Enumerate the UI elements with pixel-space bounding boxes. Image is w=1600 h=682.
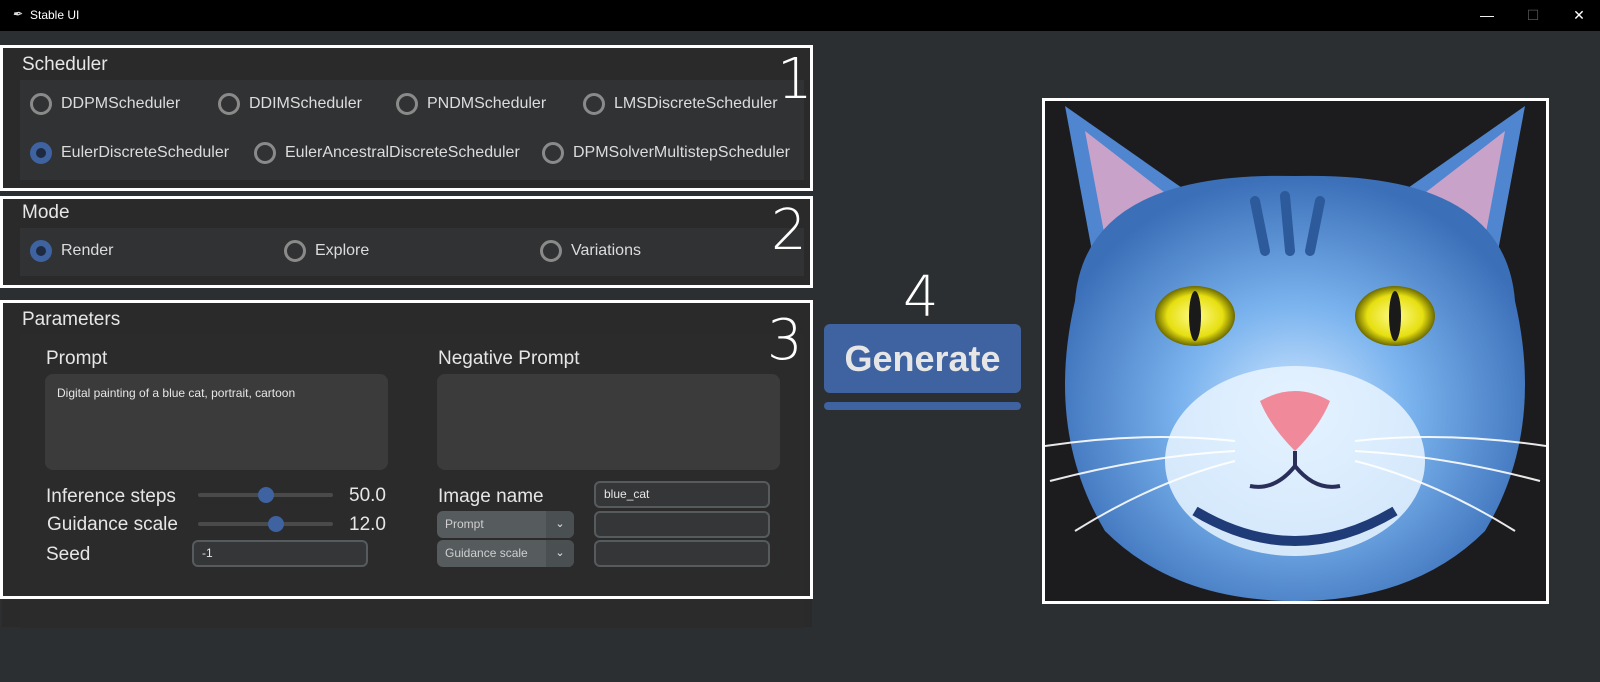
mode-options-panel	[20, 228, 804, 276]
radio-pndm[interactable]: PNDMScheduler	[396, 93, 546, 115]
radio-button-icon	[284, 240, 306, 262]
image-name-label: Image name	[438, 486, 544, 507]
guidance-scale-slider[interactable]	[198, 516, 333, 532]
annotation-number-3: 3	[767, 308, 803, 373]
parameters-label: Parameters	[22, 309, 121, 330]
annotation-number-2: 2	[771, 198, 807, 263]
chevron-down-icon[interactable]: ⌄	[546, 511, 574, 538]
radio-button-icon	[396, 93, 418, 115]
blue-cat-image	[1045, 101, 1546, 601]
radio-ddpm[interactable]: DDPMScheduler	[30, 93, 180, 115]
guidance-scale-label: Guidance scale	[47, 514, 178, 535]
generated-image-preview	[1042, 98, 1549, 604]
variation-value-input-2[interactable]	[594, 540, 770, 567]
radio-button-icon	[540, 240, 562, 262]
inference-steps-label: Inference steps	[46, 486, 176, 507]
radio-button-icon	[583, 93, 605, 115]
radio-euler-ancestral[interactable]: EulerAncestralDiscreteScheduler	[254, 142, 520, 164]
title-bar: ✒ Stable UI — ☐ ✕	[0, 0, 1600, 31]
radio-button-selected-icon	[30, 142, 52, 164]
variation-param-dropdown-1[interactable]: Prompt ⌄	[437, 511, 574, 538]
prompt-input[interactable]: Digital painting of a blue cat, portrait…	[45, 374, 388, 470]
variation-param-dropdown-2[interactable]: Guidance scale ⌄	[437, 540, 574, 567]
radio-button-icon	[542, 142, 564, 164]
negative-prompt-label: Negative Prompt	[438, 348, 580, 369]
maximize-button[interactable]: ☐	[1510, 0, 1556, 31]
inference-steps-value: 50.0	[349, 485, 386, 506]
window-title: Stable UI	[30, 8, 80, 22]
radio-button-icon	[30, 93, 52, 115]
radio-button-icon	[218, 93, 240, 115]
radio-explore[interactable]: Explore	[284, 240, 369, 262]
annotation-number-1: 1	[777, 47, 813, 112]
radio-button-selected-icon	[30, 240, 52, 262]
mode-label: Mode	[22, 202, 70, 223]
radio-dpm-solver[interactable]: DPMSolverMultistepScheduler	[542, 142, 790, 164]
seed-input[interactable]: -1	[192, 540, 368, 567]
radio-render[interactable]: Render	[30, 240, 113, 262]
seed-label: Seed	[46, 544, 91, 565]
radio-ddim[interactable]: DDIMScheduler	[218, 93, 362, 115]
prompt-label: Prompt	[46, 348, 108, 369]
radio-lms[interactable]: LMSDiscreteScheduler	[583, 93, 778, 115]
variation-value-input-1[interactable]	[594, 511, 770, 538]
image-name-input[interactable]: blue_cat	[594, 481, 770, 508]
inference-steps-slider[interactable]	[198, 487, 333, 503]
radio-euler[interactable]: EulerDiscreteScheduler	[30, 142, 229, 164]
feather-icon: ✒	[12, 7, 23, 21]
scheduler-label: Scheduler	[22, 54, 108, 75]
negative-prompt-input[interactable]	[437, 374, 780, 470]
close-button[interactable]: ✕	[1556, 0, 1600, 31]
generation-progress-bar	[824, 402, 1021, 410]
chevron-down-icon[interactable]: ⌄	[546, 540, 574, 567]
minimize-button[interactable]: —	[1464, 0, 1510, 31]
guidance-scale-value: 12.0	[349, 514, 386, 535]
radio-button-icon	[254, 142, 276, 164]
generate-button[interactable]: Generate	[824, 324, 1021, 393]
slider-handle[interactable]	[257, 487, 274, 503]
annotation-number-4: 4	[903, 265, 939, 330]
radio-variations[interactable]: Variations	[540, 240, 641, 262]
